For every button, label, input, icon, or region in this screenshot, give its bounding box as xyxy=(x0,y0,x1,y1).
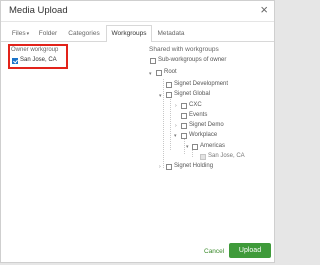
tree-label-americas: Americas xyxy=(200,143,226,149)
owner-workgroup-heading: Owner workgroup xyxy=(11,47,59,53)
tree-label-events: Events xyxy=(189,112,208,118)
owner-workgroup-value: San Jose, CA xyxy=(20,57,57,63)
upload-button[interactable]: Upload xyxy=(229,243,271,258)
tree-guide xyxy=(170,99,171,150)
workplace-expand-icon[interactable]: ▾ xyxy=(174,133,177,139)
tree-checkbox-signet-development[interactable] xyxy=(166,82,172,88)
tab-categories-label: Categories xyxy=(68,30,100,37)
dialog-title: Media Upload xyxy=(9,5,68,16)
tree-label-signet-holding: Signet Holding xyxy=(174,163,214,169)
tree-label-workplace: Workplace xyxy=(189,132,218,138)
shared-workgroups-heading: Shared with workgroups xyxy=(149,46,219,53)
tree-checkbox-americas[interactable] xyxy=(192,144,198,150)
tab-files-label: Files xyxy=(11,30,26,37)
chevron-down-icon: ▾ xyxy=(26,31,30,37)
tab-metadata-label: Metadata xyxy=(157,30,185,37)
tree-guide xyxy=(163,79,164,168)
sub-workgroups-label: Sub-workgroups of owner xyxy=(158,57,227,63)
tree-label-san-jose: San Jose, CA xyxy=(208,153,245,159)
close-icon[interactable]: × xyxy=(260,3,268,17)
tree-checkbox-signet-demo[interactable] xyxy=(181,123,187,129)
owner-workgroup-checkbox[interactable] xyxy=(12,58,18,64)
cxc-expand-icon[interactable]: › xyxy=(175,103,177,109)
tab-folder[interactable]: Folder xyxy=(35,25,61,40)
tab-folder-label: Folder xyxy=(38,30,58,37)
media-upload-dialog: Media Upload × Files▾ Folder Categories … xyxy=(0,0,275,263)
sub-workgroups-checkbox[interactable] xyxy=(150,58,156,64)
tab-workgroups[interactable]: Workgroups xyxy=(106,25,152,42)
tree-checkbox-san-jose xyxy=(200,154,206,160)
tree-checkbox-root[interactable] xyxy=(156,70,162,76)
tree-checkbox-workplace[interactable] xyxy=(181,133,187,139)
signet-global-expand-icon[interactable]: ▾ xyxy=(159,93,162,99)
signet-demo-expand-icon[interactable]: › xyxy=(175,123,177,129)
tab-bar: Files▾ Folder Categories Workgroups Meta… xyxy=(1,25,274,42)
tree-checkbox-cxc[interactable] xyxy=(181,103,187,109)
tree-label-signet-global: Signet Global xyxy=(174,91,211,97)
signet-holding-expand-icon[interactable]: › xyxy=(159,164,161,170)
tree-checkbox-signet-holding[interactable] xyxy=(166,164,172,170)
tree-checkbox-events[interactable] xyxy=(181,113,187,119)
tree-guide xyxy=(192,149,193,157)
tree-checkbox-signet-global[interactable] xyxy=(166,92,172,98)
dialog-footer: Cancel Upload xyxy=(1,239,274,263)
tree-label-cxc: CXC xyxy=(189,102,202,108)
dialog-header: Media Upload × xyxy=(1,1,274,22)
tree-label-signet-demo: Signet Demo xyxy=(189,122,224,128)
root-expand-icon[interactable]: ▾ xyxy=(149,71,152,77)
cancel-button[interactable]: Cancel xyxy=(204,248,224,255)
tab-workgroups-label: Workgroups xyxy=(111,30,147,37)
tree-label-signet-development: Signet Development xyxy=(174,81,229,87)
tab-metadata[interactable]: Metadata xyxy=(154,25,188,40)
tab-files[interactable]: Files▾ xyxy=(8,25,33,40)
tab-categories[interactable]: Categories xyxy=(64,25,104,40)
tree-label-root: Root xyxy=(164,69,177,75)
americas-expand-icon[interactable]: ▾ xyxy=(186,144,189,150)
